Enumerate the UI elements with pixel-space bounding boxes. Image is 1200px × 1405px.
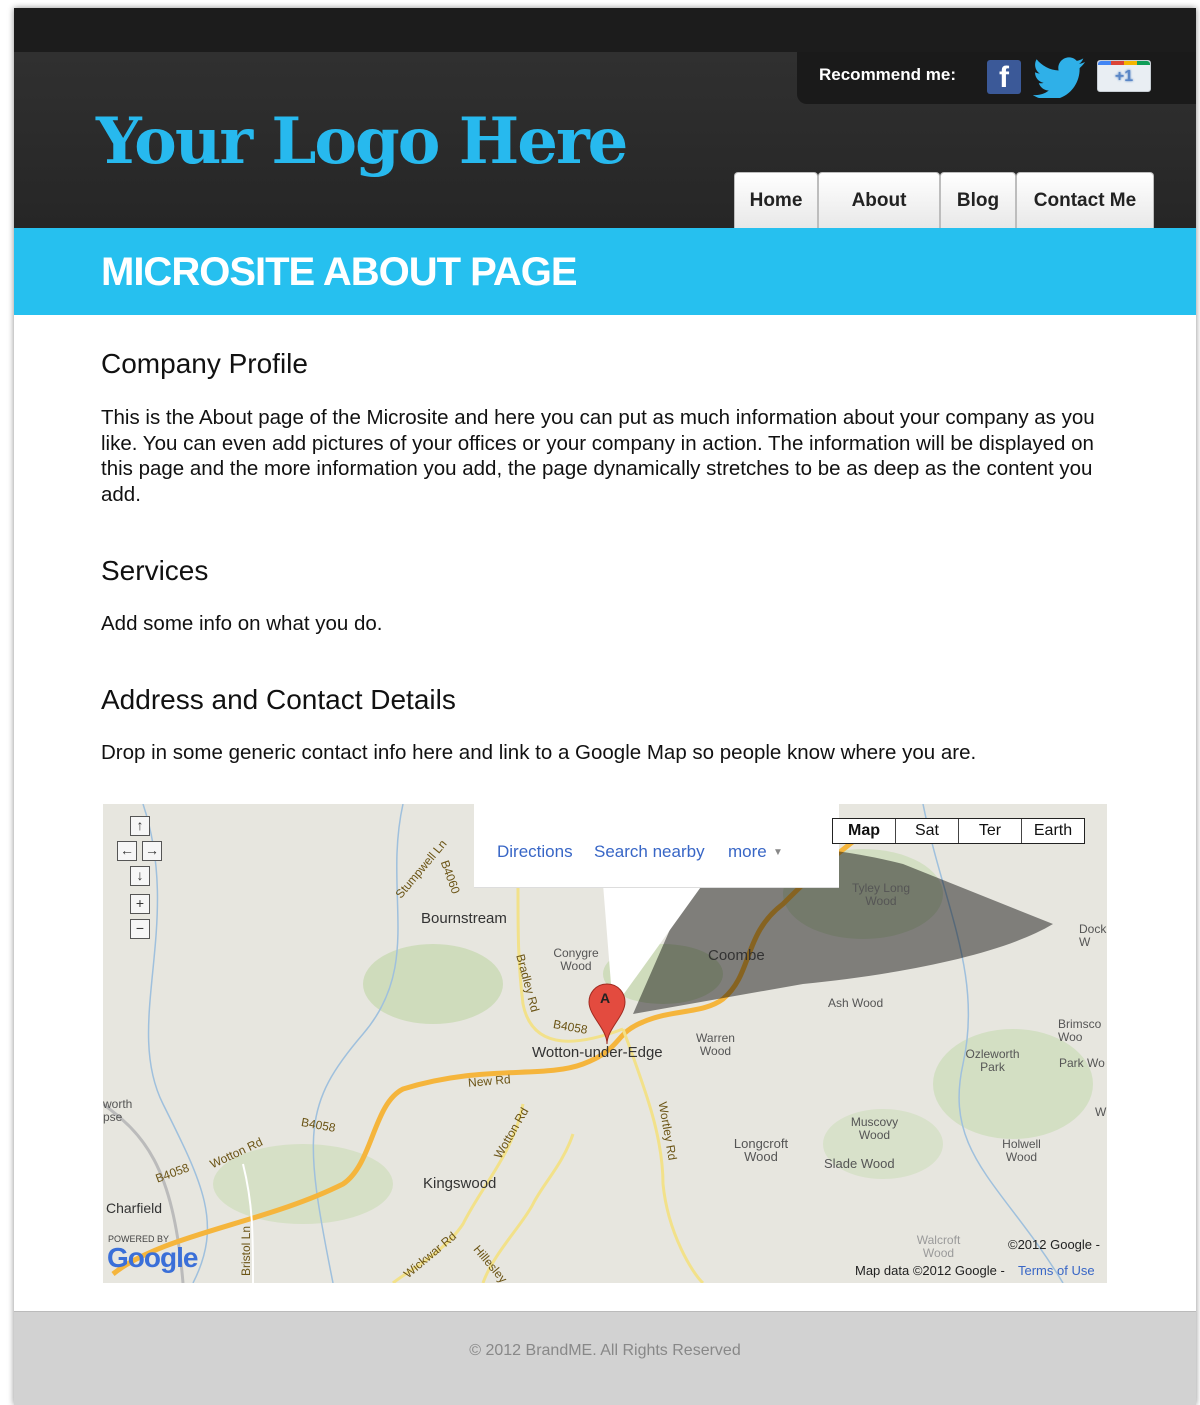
wood-label: Dock W <box>1079 922 1107 949</box>
wood-label: Holwell Wood <box>1002 1137 1041 1164</box>
top-bar <box>14 8 1196 52</box>
wood-label: Longcroft Wood <box>733 1136 789 1164</box>
place-label: Coombe <box>708 947 765 964</box>
services-heading: Services <box>101 555 209 586</box>
wood-label: Walcroft Wood <box>916 1233 961 1260</box>
plus-one-label: +1 <box>1114 68 1134 85</box>
more-link[interactable]: more <box>728 842 767 862</box>
nav-blog[interactable]: Blog <box>940 172 1016 228</box>
services-text: Add some info on what you do. <box>101 612 383 635</box>
map-type-satellite[interactable]: Sat <box>895 819 958 843</box>
more-dropdown-icon: ▼ <box>773 847 783 858</box>
place-label: Charfield <box>106 1200 163 1216</box>
recommend-label: Recommend me: <box>819 65 956 84</box>
google-logo: Google <box>107 1242 198 1273</box>
place-label: Bournstream <box>421 910 507 927</box>
map-data-label: Map data ©2012 Google - <box>855 1263 1005 1278</box>
park-label: Park Wo <box>1059 1056 1105 1070</box>
twitter-icon[interactable] <box>1033 56 1087 98</box>
wood-label: Slade Wood <box>824 1156 895 1171</box>
zoom-out-button[interactable]: − <box>130 919 150 939</box>
pan-left-button[interactable]: ← <box>117 841 137 861</box>
nav-contact[interactable]: Contact Me <box>1016 172 1154 228</box>
map-info-window: Directions Search nearby more ▼ <box>474 804 839 888</box>
map-type-map[interactable]: Map <box>833 819 895 843</box>
wood-label: Ash Wood <box>828 996 884 1010</box>
map-type-control: Map Sat Ter Earth <box>832 818 1085 844</box>
header: Recommend me: f +1 Your Logo Here Home A… <box>14 52 1196 228</box>
park-label: Ozleworth Park <box>965 1047 1020 1074</box>
recommend-bar: Recommend me: f +1 <box>797 52 1196 104</box>
place-label: Kingswood <box>423 1175 497 1192</box>
company-profile-heading: Company Profile <box>101 348 308 379</box>
map-type-terrain[interactable]: Ter <box>958 819 1021 843</box>
pan-right-button[interactable]: → <box>142 841 162 861</box>
page: Recommend me: f +1 Your Logo Here Home A… <box>14 8 1196 1405</box>
place-label: W <box>1095 1105 1107 1119</box>
zoom-in-button[interactable]: + <box>130 894 150 914</box>
marker-label: A <box>600 990 611 1006</box>
footer-copyright: © 2012 BrandME. All Rights Reserved <box>469 1342 741 1359</box>
google-map[interactable]: Directions Search nearby more ▼ A Map Sa… <box>103 804 1107 1283</box>
company-profile-text: This is the About page of the Microsite … <box>101 406 1095 506</box>
road-label: Bristol Ln <box>239 1225 254 1277</box>
footer: © 2012 BrandME. All Rights Reserved <box>14 1311 1196 1405</box>
place-label: Wotton-under-Edge <box>532 1044 663 1061</box>
directions-link[interactable]: Directions <box>497 842 573 862</box>
nav-about[interactable]: About <box>818 172 940 228</box>
site-logo[interactable]: Your Logo Here <box>96 104 628 179</box>
page-banner: MICROSITE ABOUT PAGE <box>14 228 1196 315</box>
terms-of-use-link[interactable]: Terms of Use <box>1018 1263 1095 1278</box>
address-text: Drop in some generic contact info here a… <box>101 741 977 764</box>
google-color-bar <box>1098 61 1150 65</box>
search-nearby-link[interactable]: Search nearby <box>594 842 705 862</box>
google-plus-one-icon[interactable]: +1 <box>1097 60 1151 92</box>
wood-label: Brimsco Woo <box>1058 1017 1102 1044</box>
facebook-icon[interactable]: f <box>987 60 1021 94</box>
nav-home[interactable]: Home <box>734 172 818 228</box>
wood-label: Conygre Wood <box>553 946 599 973</box>
wood-label: Muscovy Wood <box>850 1115 899 1142</box>
wood-label: Warren Wood <box>696 1031 735 1058</box>
address-heading: Address and Contact Details <box>101 684 456 715</box>
wood-label: Tyley Long Wood <box>851 881 911 908</box>
pan-up-button[interactable]: ↑ <box>130 816 150 836</box>
page-title: MICROSITE ABOUT PAGE <box>101 250 578 294</box>
pan-down-button[interactable]: ↓ <box>130 866 150 886</box>
map-type-earth[interactable]: Earth <box>1021 819 1084 843</box>
place-label: worth pse <box>103 1097 133 1124</box>
main-nav: Home About Blog Contact Me <box>734 172 1154 228</box>
map-copyright: ©2012 Google - <box>1008 1237 1100 1252</box>
